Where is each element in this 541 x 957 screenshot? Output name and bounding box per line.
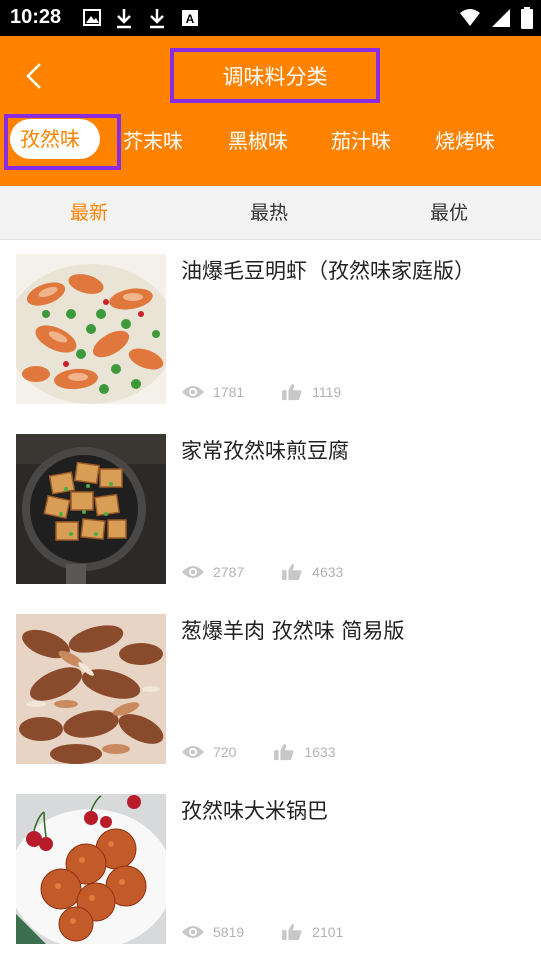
chevron-left-icon bbox=[26, 63, 41, 89]
category-tabs: 孜然味 芥末味 黑椒味 茄汁味 烧烤味 bbox=[0, 114, 541, 170]
tab-tomato[interactable]: 茄汁味 bbox=[331, 126, 391, 156]
recipe-thumbnail bbox=[16, 254, 166, 404]
title-highlight: 调味料分类 bbox=[170, 48, 380, 103]
view-count: 5819 bbox=[213, 924, 245, 940]
recipe-title: 葱爆羊肉 孜然味 简易版 bbox=[181, 619, 405, 643]
tab-black-pepper[interactable]: 黑椒味 bbox=[228, 126, 288, 156]
view-count: 720 bbox=[213, 744, 237, 760]
image-icon bbox=[83, 9, 101, 26]
view-count: 2787 bbox=[213, 564, 245, 580]
wifi-icon bbox=[460, 9, 480, 26]
eye-icon bbox=[182, 926, 204, 938]
svg-text:A: A bbox=[186, 12, 195, 26]
sort-bar: 最新 最热 最优 bbox=[0, 186, 541, 240]
recipe-stats: 720 1633 bbox=[181, 740, 336, 764]
view-count: 1781 bbox=[213, 384, 245, 400]
recipe-thumbnail bbox=[16, 614, 166, 764]
recipe-title: 家常孜然味煎豆腐 bbox=[181, 439, 349, 463]
eye-icon bbox=[182, 386, 204, 398]
like-count: 4633 bbox=[312, 564, 344, 580]
list-item[interactable]: 葱爆羊肉 孜然味 简易版 720 1633 bbox=[0, 600, 541, 780]
recipe-stats: 5819 2101 bbox=[181, 920, 343, 944]
signal-icon bbox=[492, 9, 510, 27]
eye-icon bbox=[182, 566, 204, 578]
like-count: 1633 bbox=[304, 744, 336, 760]
download-icon bbox=[117, 9, 131, 29]
back-button[interactable] bbox=[18, 56, 52, 96]
recipe-thumbnail bbox=[16, 794, 166, 944]
tab-wasabi[interactable]: 芥末味 bbox=[123, 126, 183, 156]
thumbs-up-icon bbox=[282, 563, 302, 581]
sort-best[interactable]: 最优 bbox=[430, 200, 468, 226]
status-bar: 10:28 A bbox=[0, 0, 541, 36]
tab-bbq[interactable]: 烧烤味 bbox=[435, 126, 495, 156]
recipe-stats: 1781 1119 bbox=[181, 380, 341, 404]
recipe-title: 孜然味大米锅巴 bbox=[181, 799, 328, 823]
eye-icon bbox=[182, 746, 204, 758]
thumbs-up-icon bbox=[274, 743, 294, 761]
recipe-title: 油爆毛豆明虾（孜然味家庭版） bbox=[181, 259, 475, 283]
status-time: 10:28 bbox=[10, 6, 62, 28]
thumbs-up-icon bbox=[282, 383, 302, 401]
lamb-scallion-image bbox=[16, 614, 166, 764]
fried-tofu-image bbox=[16, 434, 166, 584]
like-count: 2101 bbox=[312, 924, 344, 940]
battery-icon bbox=[521, 7, 533, 29]
sort-newest[interactable]: 最新 bbox=[70, 200, 108, 226]
list-item[interactable]: 油爆毛豆明虾（孜然味家庭版） 1781 1119 bbox=[0, 240, 541, 420]
download-icon bbox=[150, 9, 164, 29]
a-icon: A bbox=[182, 10, 198, 26]
recipe-thumbnail bbox=[16, 434, 166, 584]
like-count: 1119 bbox=[312, 384, 342, 400]
thumbs-up-icon bbox=[282, 923, 302, 941]
sort-hottest[interactable]: 最热 bbox=[250, 200, 288, 226]
recipe-stats: 2787 4633 bbox=[181, 560, 343, 584]
header: 调味料分类 孜然味 芥末味 黑椒味 茄汁味 烧烤味 bbox=[0, 36, 541, 186]
status-right-icons bbox=[459, 7, 533, 29]
rice-crust-image bbox=[16, 794, 166, 944]
tab-cumin[interactable]: 孜然味 bbox=[20, 124, 80, 154]
list-item[interactable]: 孜然味大米锅巴 5819 2101 bbox=[0, 780, 541, 957]
shrimp-edamame-image bbox=[16, 254, 166, 404]
page-title: 调味料分类 bbox=[222, 64, 328, 89]
list-item[interactable]: 家常孜然味煎豆腐 2787 4633 bbox=[0, 420, 541, 600]
